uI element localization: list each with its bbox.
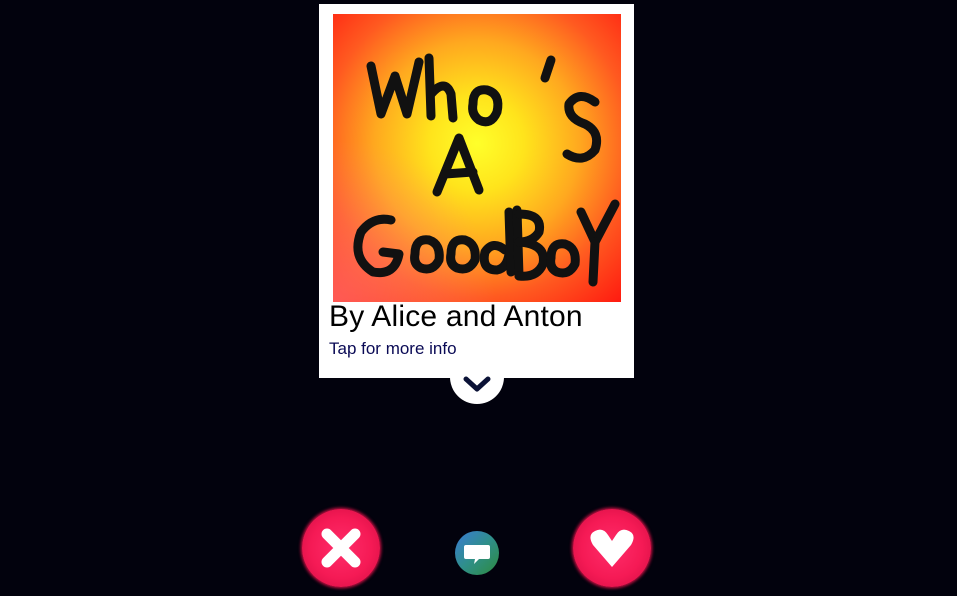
more-info-link[interactable]: Tap for more info	[329, 339, 457, 359]
artwork-card[interactable]: By Alice and Anton Tap for more info	[319, 4, 634, 378]
artwork-image	[333, 14, 621, 302]
expand-details-button[interactable]	[450, 366, 504, 404]
chat-bubble-icon	[464, 545, 490, 564]
artwork-lettering	[353, 53, 620, 287]
artist-credit: By Alice and Anton	[329, 300, 583, 333]
heart-icon	[590, 529, 634, 567]
like-button[interactable]	[573, 509, 651, 587]
reject-button[interactable]	[302, 509, 380, 587]
chevron-down-icon	[463, 376, 491, 392]
app-screen: By Alice and Anton Tap for more info	[0, 0, 957, 596]
close-icon	[321, 528, 361, 568]
comment-button[interactable]	[455, 531, 499, 575]
